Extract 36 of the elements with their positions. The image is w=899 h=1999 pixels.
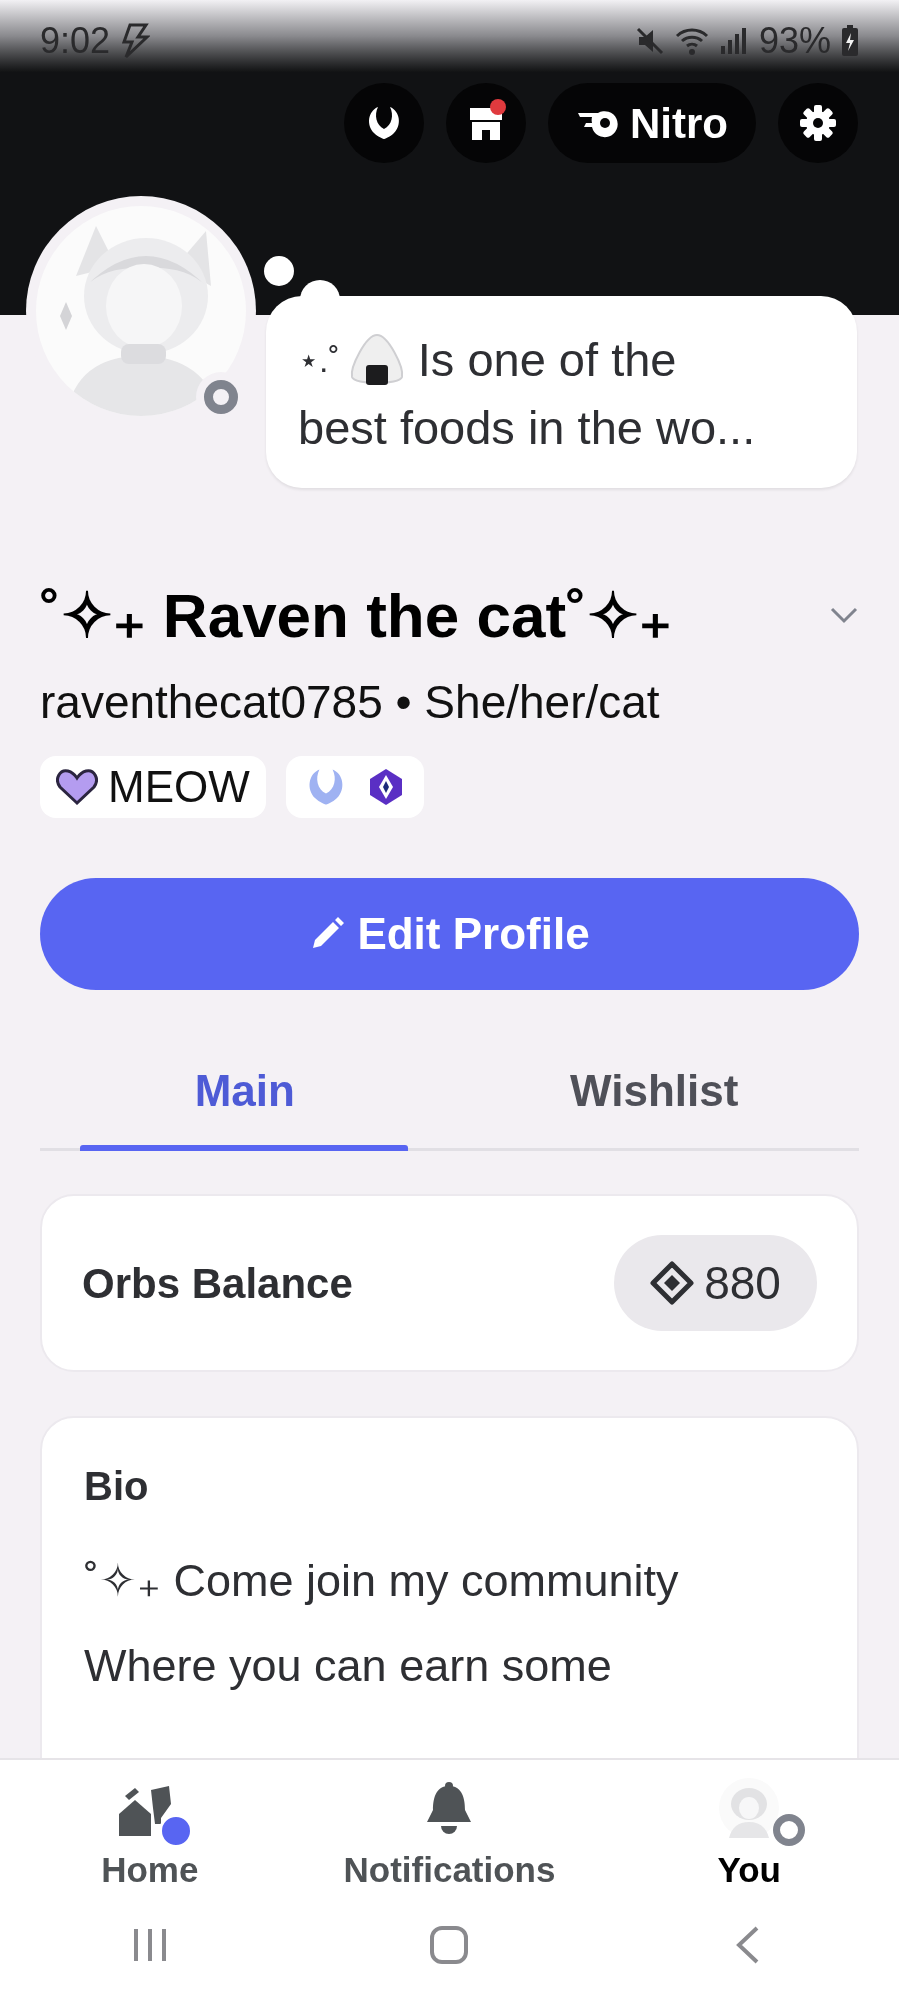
orbs-title: Orbs Balance <box>82 1258 353 1309</box>
presence-indicator <box>204 380 238 414</box>
chevron-down-icon[interactable] <box>829 605 859 625</box>
nav-label: Home <box>101 1849 199 1891</box>
nav-label: Notifications <box>343 1849 556 1891</box>
bio-text: ˚✧₊ Come join my community Where you can earn some <box>84 1554 680 1693</box>
nitro-button[interactable]: Nitro <box>548 83 756 163</box>
edit-profile-button[interactable]: Edit Profile <box>40 878 859 990</box>
clock-time: 9:02 <box>40 19 111 63</box>
status-text: Is one of the <box>417 332 677 388</box>
settings-icon <box>798 103 838 143</box>
profile-tab[interactable]: Wishlist <box>449 1034 859 1148</box>
orb-icon <box>650 1261 695 1305</box>
status-text: best foods in the wo... <box>298 400 757 456</box>
battery-percent: 93% <box>758 19 831 63</box>
signal-icon <box>718 26 749 56</box>
orbs-balance[interactable]: 880 <box>614 1235 817 1331</box>
battery-icon <box>841 25 859 57</box>
nav-tab[interactable]: Home <box>0 1778 300 1900</box>
display-name: ˚✧₊ Raven the cat˚✧₊ <box>40 579 672 652</box>
badge-strip[interactable] <box>285 756 424 818</box>
status-prefix: ⋆.˚ <box>298 340 340 381</box>
tag-label: MEOW <box>108 761 250 813</box>
username-pronouns: raventhecat0785 • She/her/cat <box>40 675 661 730</box>
wifi-icon <box>674 26 709 56</box>
orbs-amount: 880 <box>704 1255 781 1311</box>
heart-icon <box>56 769 98 805</box>
nav-tab[interactable]: Notifications <box>299 1778 600 1900</box>
mute-icon <box>634 26 665 56</box>
presence-indicator <box>773 1814 806 1846</box>
bio-title: Bio <box>84 1463 150 1510</box>
profile-tab[interactable]: Main <box>40 1034 450 1148</box>
clan-tag[interactable]: MEOW <box>40 756 266 818</box>
nav-tab[interactable]: You <box>599 1778 899 1900</box>
home-button-icon[interactable] <box>429 1924 470 1965</box>
nav-label: You <box>717 1849 781 1891</box>
